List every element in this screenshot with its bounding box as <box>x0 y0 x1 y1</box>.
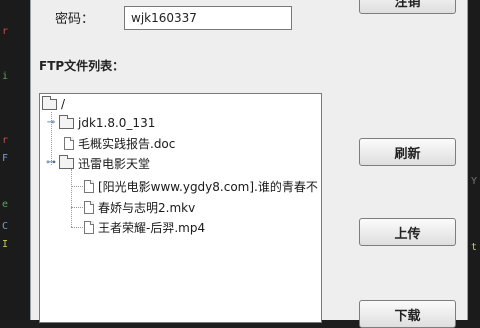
logout-button[interactable]: 注销 <box>359 0 456 14</box>
tree-node-root[interactable]: / <box>42 95 65 113</box>
code-glyph: I <box>2 239 9 250</box>
code-glyph: Y <box>471 176 478 187</box>
folder-icon <box>59 154 74 169</box>
code-glyph: r <box>2 26 9 37</box>
tree-node-label: 王者荣耀-后羿.mp4 <box>98 220 206 235</box>
tree-node-file[interactable]: 王者荣耀-后羿.mp4 <box>84 218 205 236</box>
tree-node-label: 迅雷电影天堂 <box>78 156 151 171</box>
tree-node-label: 毛概实践报告.doc <box>78 136 176 151</box>
password-field[interactable] <box>124 6 292 30</box>
upload-button[interactable]: 上传 <box>359 218 456 246</box>
ftp-file-tree[interactable]: / ⊸ jdk1.8.0_131 毛概实践报告.doc ⊶ 迅雷电影天堂 [阳光… <box>39 93 322 323</box>
ftp-client-dialog: 密码： FTP文件列表： / ⊸ jdk1.8.0_131 毛概实践报告.doc… <box>30 0 468 328</box>
download-button[interactable]: 下载 <box>359 300 456 328</box>
file-icon <box>84 220 94 234</box>
password-label: 密码： <box>55 12 95 27</box>
code-glyph: C <box>2 221 9 232</box>
code-glyph: r <box>2 135 9 146</box>
tree-node-label: / <box>61 97 66 111</box>
tree-connector <box>71 207 85 208</box>
tree-node-folder[interactable]: ⊶ 迅雷电影天堂 <box>46 154 150 172</box>
code-glyph: i <box>2 71 9 82</box>
tree-node-folder[interactable]: ⊸ jdk1.8.0_131 <box>46 114 155 132</box>
collapse-handle-icon[interactable]: ⊶ <box>46 158 56 168</box>
folder-icon <box>42 95 57 110</box>
tree-node-label: jdk1.8.0_131 <box>78 116 156 130</box>
refresh-button[interactable]: 刷新 <box>359 138 456 166</box>
tree-node-label: 春娇与志明2.mkv <box>98 200 196 215</box>
tree-node-file[interactable]: 毛概实践报告.doc <box>64 134 175 152</box>
code-editor-strip-left: r i r F e C I <box>0 0 30 320</box>
expand-handle-icon[interactable]: ⊸ <box>46 118 56 128</box>
tree-connector <box>71 186 85 187</box>
tree-connector <box>71 169 72 227</box>
code-glyph: t <box>471 242 478 253</box>
file-icon <box>84 179 94 193</box>
ftp-file-list-label: FTP文件列表： <box>39 59 125 73</box>
tree-node-label: [阳光电影www.ygdy8.com].谁的青春不 <box>98 179 318 194</box>
tree-node-file[interactable]: [阳光电影www.ygdy8.com].谁的青春不 <box>84 177 318 195</box>
file-icon <box>84 200 94 214</box>
file-icon <box>64 136 74 150</box>
tree-connector <box>71 227 85 228</box>
code-editor-strip-right: Y t <box>468 0 480 320</box>
tree-node-file[interactable]: 春娇与志明2.mkv <box>84 198 195 216</box>
code-glyph: e <box>2 199 9 210</box>
code-glyph: F <box>2 153 9 164</box>
folder-icon <box>59 114 74 129</box>
